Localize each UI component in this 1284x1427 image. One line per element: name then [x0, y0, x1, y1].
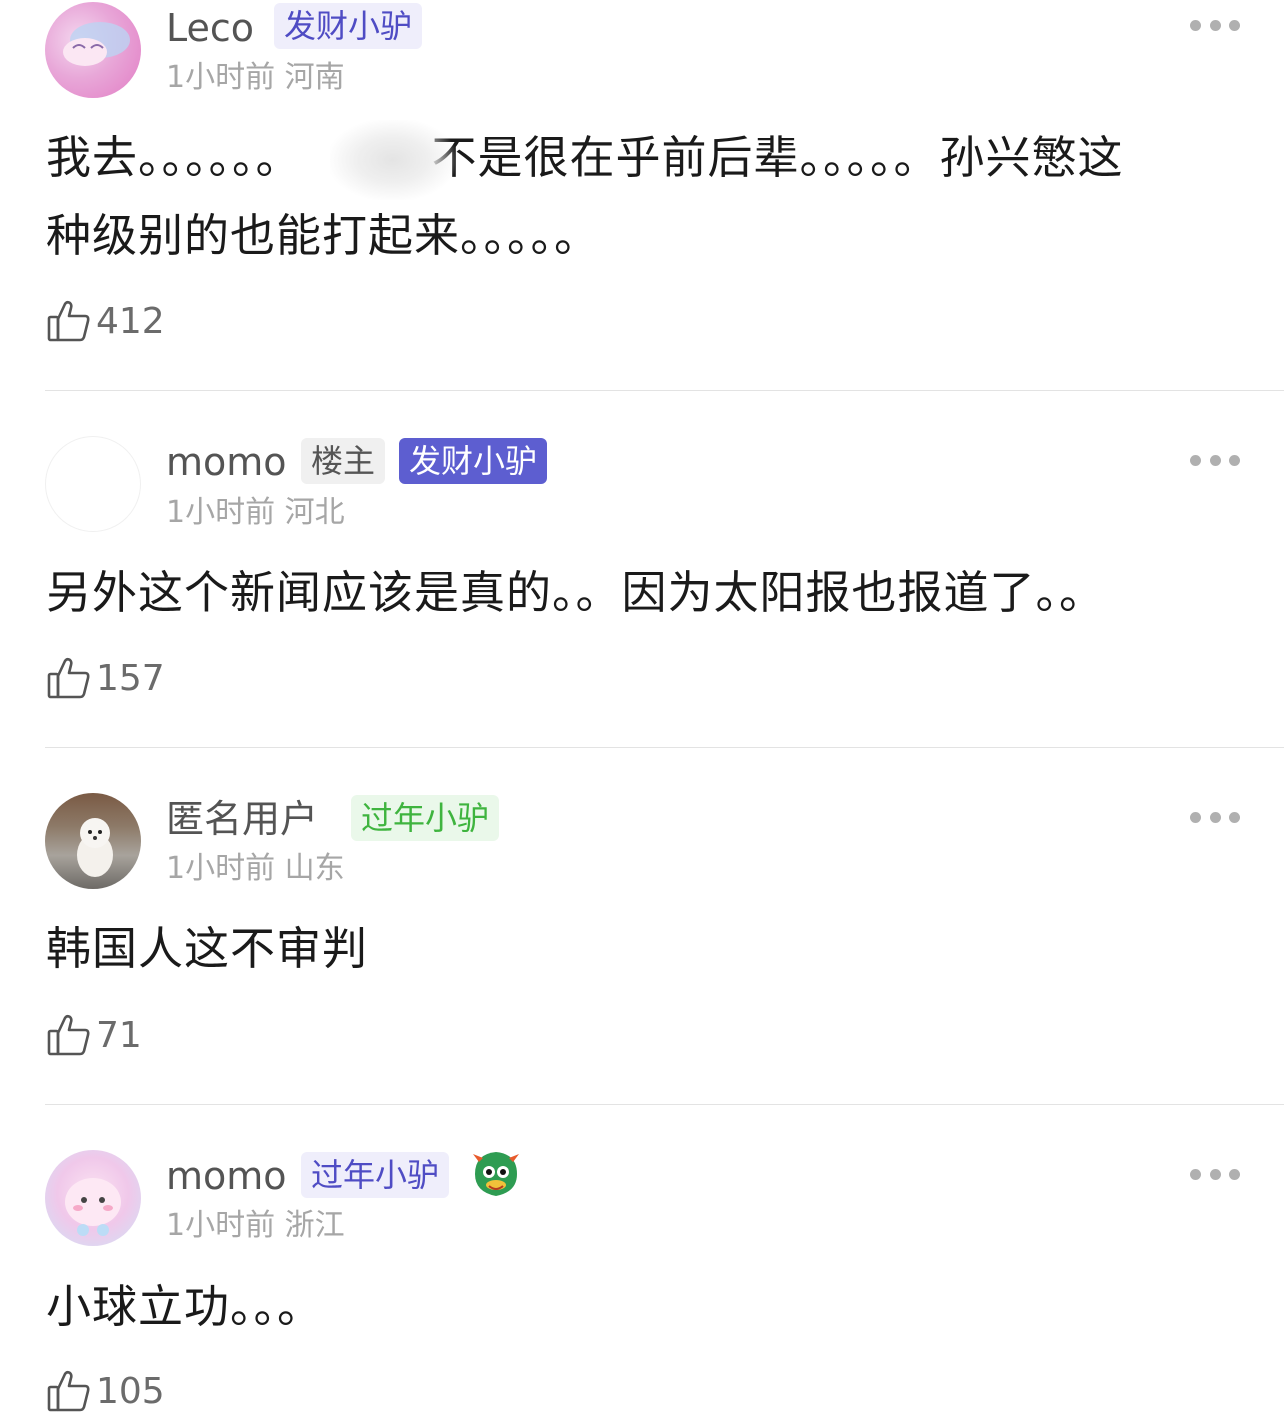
divider — [45, 1104, 1284, 1105]
like-button[interactable]: 105 — [46, 1366, 165, 1416]
comment-text: 种级别的也能打起来。。。。。 — [46, 209, 601, 262]
more-dot-icon — [1229, 811, 1240, 823]
comment-location: 河南 — [284, 60, 345, 95]
comment-time: 1小时前 — [166, 851, 276, 886]
thumbs-up-icon — [47, 1370, 90, 1412]
username[interactable]: 匿名用户 — [166, 793, 318, 845]
more-dot-icon — [1209, 454, 1221, 466]
username[interactable]: momo — [166, 1150, 287, 1202]
avatar[interactable] — [45, 1150, 141, 1246]
more-dot-icon — [1190, 19, 1201, 31]
more-dot-icon — [1190, 1168, 1201, 1180]
comment-time: 1小时前 — [166, 60, 276, 95]
divider — [45, 390, 1284, 391]
comment-location: 山东 — [284, 851, 345, 886]
more-dot-icon — [1229, 19, 1240, 31]
more-options-button[interactable] — [1190, 17, 1240, 33]
comment-text: 不是很在乎前后辈。。。。。孙兴慜这 — [431, 131, 1124, 184]
avatar-art-icon — [63, 22, 130, 66]
user-badge: 过年小驴 — [351, 795, 500, 841]
like-button[interactable]: 412 — [46, 296, 165, 346]
comment-meta: 1小时前 河南 — [166, 58, 345, 98]
more-options-button[interactable] — [1190, 1166, 1240, 1182]
owner-badge: 楼主 — [301, 438, 386, 484]
more-options-button[interactable] — [1190, 809, 1240, 825]
like-count: 412 — [96, 300, 165, 342]
like-button[interactable]: 157 — [46, 653, 165, 703]
comment-content: 小球立功。。。 — [46, 1280, 324, 1333]
more-dot-icon — [1209, 811, 1221, 823]
comment-content: 韩国人这不审判 — [46, 922, 369, 975]
more-dot-icon — [1190, 811, 1201, 823]
like-button[interactable]: 71 — [46, 1010, 142, 1060]
more-dot-icon — [1229, 454, 1240, 466]
user-badge: 过年小驴 — [301, 1152, 450, 1198]
divider — [45, 747, 1284, 748]
dragon-sticker-icon — [473, 1152, 519, 1196]
thumbs-up-icon — [47, 300, 90, 342]
like-count: 71 — [96, 1014, 142, 1056]
thumbs-up-icon — [47, 1014, 90, 1056]
comment-meta: 1小时前 山东 — [166, 849, 345, 889]
user-badge: 发财小驴 — [399, 438, 548, 484]
more-dot-icon — [1209, 1168, 1221, 1180]
more-dot-icon — [1229, 1168, 1240, 1180]
comment-content: 我去。。。。。。 不是很在乎前后辈。。。。。孙兴慜这 种级别的也能打起来。。。。。 — [46, 119, 1246, 275]
avatar[interactable] — [45, 436, 141, 532]
redaction-blur — [330, 120, 455, 200]
avatar[interactable] — [45, 793, 141, 889]
username[interactable]: Leco — [166, 2, 254, 54]
avatar-art-icon — [65, 1178, 121, 1236]
comment-location: 浙江 — [284, 1208, 345, 1243]
comment-meta: 1小时前 浙江 — [166, 1206, 345, 1246]
user-badge: 发财小驴 — [274, 3, 423, 49]
more-dot-icon — [1209, 19, 1221, 31]
comment-content: 另外这个新闻应该是真的。。因为太阳报也报道了。。 — [46, 566, 1106, 619]
comment-meta: 1小时前 河北 — [166, 493, 345, 533]
more-options-button[interactable] — [1190, 452, 1240, 468]
username[interactable]: momo — [166, 436, 287, 488]
thumbs-up-icon — [47, 657, 90, 699]
comment-time: 1小时前 — [166, 495, 276, 530]
comment-time: 1小时前 — [166, 1208, 276, 1243]
comment-location: 河北 — [284, 495, 345, 530]
like-count: 157 — [96, 657, 165, 699]
like-count: 105 — [96, 1370, 165, 1412]
comment-text: 我去。。。。。。 — [46, 131, 302, 184]
more-dot-icon — [1190, 454, 1201, 466]
dog-photo-icon — [77, 818, 113, 877]
avatar[interactable] — [45, 2, 141, 98]
